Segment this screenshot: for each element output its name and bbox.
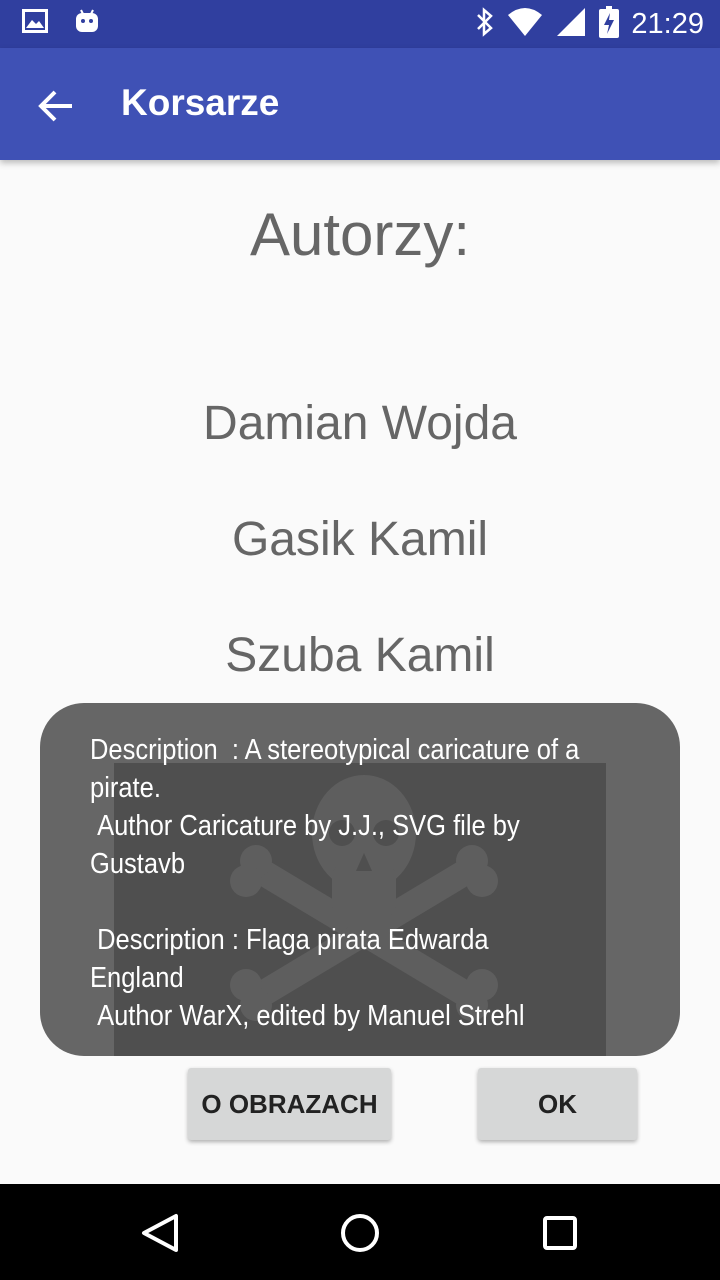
app-title: Korsarze xyxy=(121,82,280,123)
nav-recent-icon xyxy=(543,1216,577,1250)
authors-heading: Autorzy: xyxy=(249,201,471,268)
navigation-bar xyxy=(0,1184,720,1280)
ok-button[interactable]: OK xyxy=(478,1068,637,1140)
toast-message: Description : A stereotypical caricature… xyxy=(90,734,580,1032)
about-images-button[interactable]: O OBRAZACH xyxy=(188,1068,391,1140)
battery-charging-icon xyxy=(599,6,620,42)
back-button[interactable] xyxy=(30,80,82,132)
nav-home-button[interactable] xyxy=(335,1208,385,1258)
attribution-toast: Description : A stereotypical caricature… xyxy=(40,703,680,1056)
bluetooth-icon xyxy=(475,6,495,42)
nav-recent-button[interactable] xyxy=(535,1208,585,1258)
author-name: Szuba Kamil xyxy=(225,629,495,682)
image-icon xyxy=(22,9,48,37)
nav-back-icon xyxy=(142,1214,178,1252)
nav-home-icon xyxy=(341,1214,379,1252)
author-name: Gasik Kamil xyxy=(231,513,489,566)
app-bar: Korsarze xyxy=(0,48,720,160)
status-bar: 21:29 xyxy=(0,0,720,48)
wifi-icon xyxy=(507,7,543,41)
author-name: Damian Wojda xyxy=(203,397,517,450)
arrow-back-icon xyxy=(38,90,72,122)
status-time: 21:29 xyxy=(631,7,704,40)
signal-icon xyxy=(555,7,587,41)
android-icon xyxy=(74,8,100,38)
nav-back-button[interactable] xyxy=(134,1208,184,1258)
